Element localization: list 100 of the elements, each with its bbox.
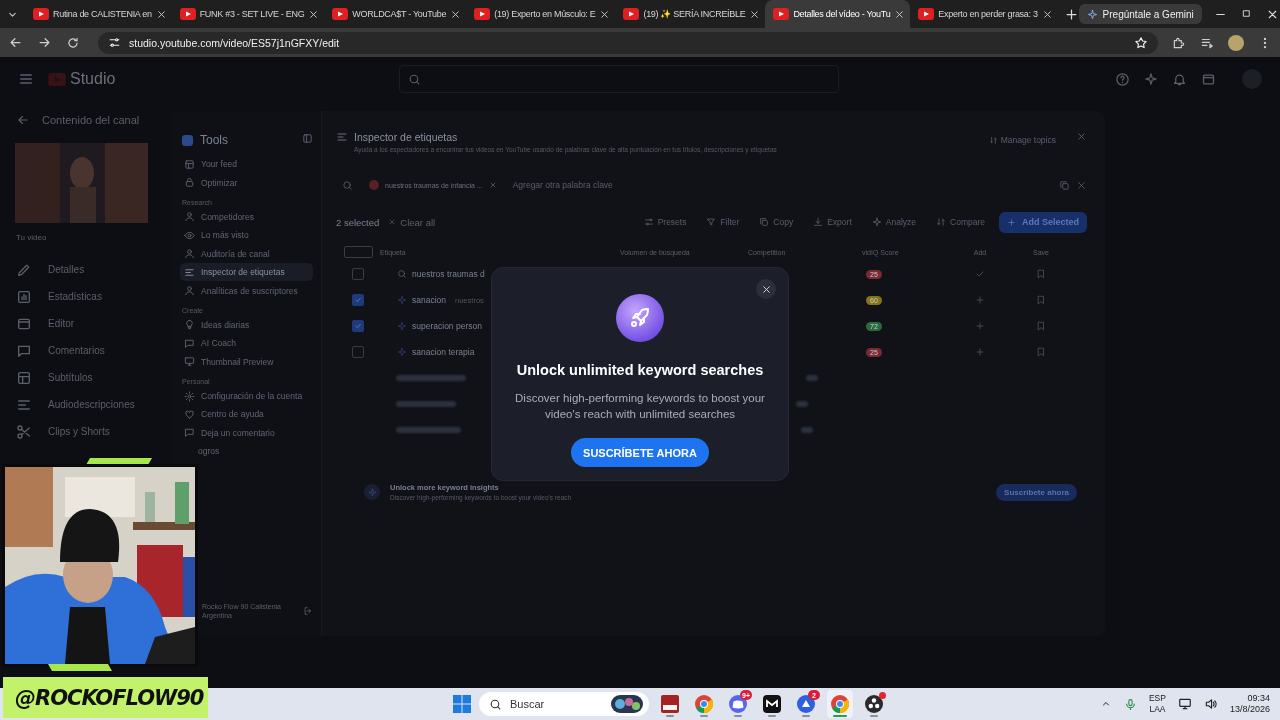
nav-item[interactable]: Subtítulos	[16, 370, 93, 385]
restore-icon[interactable]	[1240, 7, 1252, 19]
person-icon	[184, 248, 195, 260]
panel-icon[interactable]	[302, 133, 313, 144]
modal-text: Discover high-performing keywords to boost your video's reach with unlimited searches	[514, 391, 766, 422]
close-icon[interactable]	[450, 8, 462, 20]
sparkle-icon	[397, 295, 407, 305]
sidebar-item[interactable]: Configuración de la cuenta	[180, 386, 313, 406]
avatar[interactable]	[1228, 34, 1244, 51]
copy-icon[interactable]	[1059, 179, 1070, 191]
toolbar-button[interactable]: Export	[813, 217, 852, 227]
sidebar-item[interactable]: ogros	[198, 442, 313, 461]
close-icon[interactable]	[1041, 8, 1053, 20]
chat-bubble-icon	[184, 427, 195, 439]
sidebar-item[interactable]: Deja un comentario	[180, 423, 313, 443]
close-icon[interactable]	[894, 8, 906, 20]
studio-logo[interactable]: Studio	[48, 70, 116, 88]
sliders-icon[interactable]	[108, 36, 121, 49]
close-icon[interactable]	[155, 8, 167, 20]
monitor-icon[interactable]	[1177, 697, 1192, 711]
sidebar-item[interactable]: AI Coach	[180, 334, 313, 353]
manage-topics-link[interactable]: Manage topics	[988, 135, 1056, 145]
search-field[interactable]: Buscar	[479, 692, 649, 716]
browser-tab[interactable]: WORLDCA$T - YouTube	[324, 0, 467, 28]
people-icon	[184, 211, 195, 223]
sidebar-item[interactable]: Thumbnail Preview	[180, 352, 313, 371]
browser-tab[interactable]: Rutina de CALISTENIA en	[25, 0, 172, 28]
close-icon	[388, 218, 397, 226]
checkbox[interactable]	[343, 246, 373, 258]
subscribe-button[interactable]: SUSCRÍBETE AHORA	[571, 438, 709, 467]
recorder-icon	[865, 695, 883, 713]
nav-item[interactable]: Clips y Shorts	[16, 424, 110, 439]
close-icon[interactable]	[599, 8, 611, 20]
sidebar-item[interactable]: Auditoría de canal	[180, 244, 313, 263]
reload-icon[interactable]	[66, 35, 80, 50]
puzzle-icon[interactable]	[1172, 35, 1186, 50]
sidebar-item[interactable]: Competidores	[180, 207, 313, 227]
layout-indicator[interactable]: LAA	[1149, 704, 1166, 715]
bookmark-icon[interactable]	[1036, 269, 1046, 279]
mic-icon[interactable]	[1123, 697, 1137, 711]
sidebar-item[interactable]: Analíticas de suscriptores	[180, 281, 313, 300]
nav-item[interactable]: Comentarios	[16, 343, 105, 358]
bookmark-icon[interactable]	[1036, 295, 1046, 305]
keyword-text: sanacion	[412, 295, 447, 305]
star-icon[interactable]	[1134, 35, 1148, 50]
close-icon[interactable]	[308, 8, 320, 20]
sparkle-icon[interactable]	[1144, 72, 1158, 86]
sidebar-item[interactable]: Your feed	[180, 155, 313, 174]
checkbox[interactable]	[352, 320, 364, 332]
nav-item[interactable]: Editor	[16, 316, 75, 331]
bookmark-icon[interactable]	[1036, 321, 1046, 331]
forward-icon[interactable]	[37, 35, 52, 50]
checkbox[interactable]	[352, 346, 364, 358]
sidebar-item[interactable]: Lo más visto	[180, 226, 313, 245]
toolbar-button[interactable]: Filter	[706, 217, 740, 227]
language-indicator[interactable]: ESP	[1148, 693, 1166, 704]
checkbox[interactable]	[352, 294, 364, 306]
nav-item[interactable]: Audiodescripciones	[16, 397, 135, 412]
browser-tab[interactable]: (19) ✨ SERÍA INCREÍBLE	[615, 0, 766, 28]
add-selected-button[interactable]: Add Selected	[999, 211, 1087, 233]
close-icon[interactable]	[749, 8, 761, 20]
gemini-button[interactable]: Pregúntale a Gemini	[1078, 4, 1202, 24]
clock-time[interactable]: 09:34	[1247, 693, 1270, 704]
search-field[interactable]	[399, 65, 840, 93]
browser-tab[interactable]: (19) Experto en Músculo: E	[466, 0, 616, 28]
toolbar-button[interactable]: Compare	[936, 217, 985, 227]
toolbar-button[interactable]: Presets	[643, 217, 687, 227]
browser-tab[interactable]: FUNK #3 - SET LIVE - ENG	[171, 0, 325, 28]
new-tab-icon[interactable]	[1063, 6, 1079, 22]
nav-item[interactable]: Estadísticas	[16, 289, 102, 304]
people-icon	[184, 285, 195, 297]
play-icon	[773, 8, 790, 20]
close-button[interactable]	[756, 279, 776, 299]
sidebar-item[interactable]: Optimizar	[180, 173, 313, 192]
address-bar[interactable]: studio.youtube.com/video/ES57j1nGFXY/edit	[98, 31, 1158, 54]
sidebar-item[interactable]: Inspector de etiquetas	[180, 262, 313, 282]
sidebar-item[interactable]: Ideas diarias	[180, 315, 313, 335]
sidebar-item[interactable]: Centro de ayuda	[180, 405, 313, 424]
back-icon[interactable]	[8, 35, 23, 50]
keyword-text: sanacion terapia	[412, 347, 475, 357]
checkbox[interactable]	[352, 268, 364, 280]
toolbar-button[interactable]: Copy	[759, 217, 794, 227]
inspector-title: Inspector de etiquetas	[354, 131, 459, 143]
nav-item[interactable]: Detalles	[16, 262, 85, 277]
speaker-icon[interactable]	[1203, 697, 1218, 711]
exit-icon[interactable]	[303, 606, 313, 616]
url-text: studio.youtube.com/video/ES57j1nGFXY/edit	[129, 36, 340, 49]
clock-date[interactable]: 13/8/2026	[1229, 704, 1270, 715]
keyword-input[interactable]: Agregar otra palabra clave	[512, 180, 613, 190]
windows-icon[interactable]	[453, 695, 471, 713]
bookmark-icon[interactable]	[1036, 347, 1046, 357]
grid-icon	[184, 158, 195, 170]
toolbar-button[interactable]: Analyze	[871, 217, 916, 227]
subscribe-button[interactable]: Suscríbete ahora	[996, 483, 1077, 501]
browser-tab[interactable]: Experto en perder grasa: 3	[910, 0, 1058, 28]
browser-tab[interactable]: Detalles del vídeo - YouTu	[765, 0, 911, 28]
clear-all-button[interactable]: Clear all	[388, 216, 436, 228]
help-icon[interactable]	[1115, 71, 1130, 87]
bell-icon[interactable]	[1172, 71, 1187, 87]
film-icon[interactable]	[1201, 71, 1216, 87]
